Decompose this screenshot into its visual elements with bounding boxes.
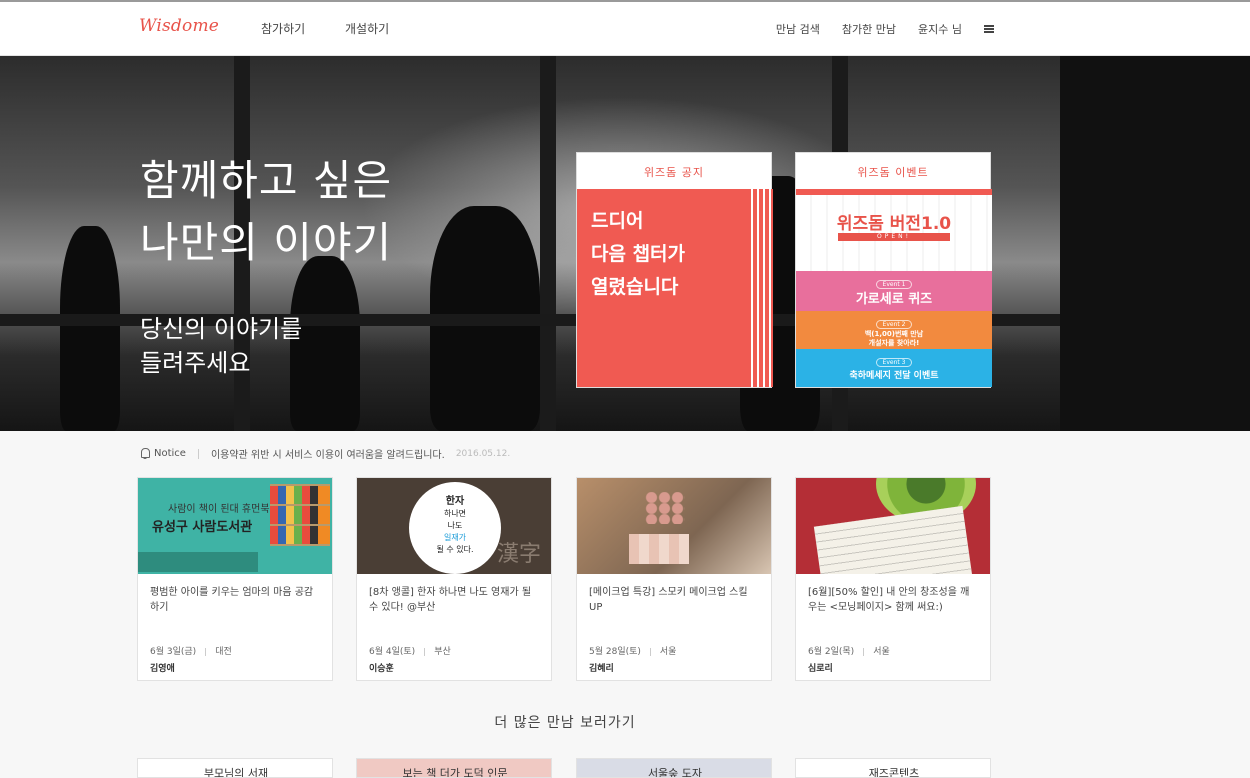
- meeting-thumbnail: [577, 478, 771, 574]
- hero-banner: 함께하고 싶은 나만의 이야기 당신의 이야기를 들려주세요 위즈돔 공지 드디어 …: [0, 56, 1250, 431]
- event-3-block: Event 3 축하메세지 전달 이벤트: [796, 349, 992, 387]
- event-2-line1: 백(1,00)번째 만남: [864, 330, 924, 338]
- notice-card-text: 드디어 다음 챕터가 열렸습니다: [591, 210, 686, 298]
- meeting-meta: 6월 2일(목) 서울: [808, 647, 890, 657]
- makeup-palette: [645, 492, 685, 524]
- notice-date: 2016.05.12.: [455, 448, 511, 459]
- meeting-thumbnail: 사람이 책이 된대 휴먼북 유성구 사람도서관: [138, 478, 332, 574]
- meeting-card[interactable]: [메이크업 특강] 스모키 메이크업 스킬 UP 5월 28일(토) 서울 김혜리: [576, 477, 772, 681]
- meeting-card-peek[interactable]: 부모님의 서재: [137, 758, 333, 778]
- hero-subtitle: 당신의 이야기를 들려주세요: [140, 315, 303, 377]
- nav-user[interactable]: 윤지수 님: [918, 21, 962, 37]
- meeting-title[interactable]: 평범한 아이를 키우는 엄마의 마음 공감하기: [150, 585, 320, 615]
- hero-title: 함께하고 싶은 나만의 이야기: [140, 156, 393, 267]
- meeting-host: 심로리: [808, 664, 833, 674]
- notice-card-header: 위즈돔 공지: [643, 166, 705, 179]
- event-2-line2: 개설자를 찾아라!: [868, 339, 920, 347]
- event-card-header: 위즈돔 이벤트: [857, 166, 929, 179]
- notice-label: Notice: [154, 448, 186, 459]
- event-card-banner: 위즈돔 버전1.0 OPEN!: [796, 195, 992, 271]
- meeting-host: 김영애: [150, 664, 175, 674]
- top-header: Wisdome 참가하기 개설하기 만남 검색 참가한 만남 윤지수 님: [0, 2, 1250, 56]
- meeting-title[interactable]: [6월][50% 할인] 내 안의 창조성을 깨우는 <모닝페이지> 함께 써요…: [808, 585, 978, 615]
- meeting-card[interactable]: [6월][50% 할인] 내 안의 창조성을 깨우는 <모닝페이지> 함께 써요…: [795, 477, 991, 681]
- notice-card-body: 드디어 다음 챕터가 열렸습니다: [577, 189, 747, 387]
- meeting-meta: 6월 4일(토) 부산: [369, 647, 451, 657]
- nav-create[interactable]: 개설하기: [345, 22, 389, 36]
- event-3-title: 축하메세지 전달 이벤트: [849, 371, 939, 381]
- more-meetings-title[interactable]: 더 많은 만남 보러가기: [0, 712, 1130, 732]
- hamburger-menu-icon[interactable]: [984, 25, 994, 33]
- event-card[interactable]: 위즈돔 이벤트 위즈돔 버전1.0 OPEN! Event 1 가로세로 퀴즈 …: [795, 152, 992, 388]
- meeting-thumbnail: 한자 하나면 나도 일재가 될 수 있다. 漢字: [357, 478, 551, 574]
- notebook-paper: [813, 505, 973, 574]
- bell-icon: [140, 448, 150, 459]
- notice-card-pages: [747, 189, 773, 387]
- makeup-swatches: [629, 534, 689, 564]
- meeting-meta: 6월 3일(금) 대전: [150, 647, 232, 657]
- window-pillar: [540, 56, 556, 431]
- meeting-title[interactable]: [메이크업 특강] 스모키 메이크업 스킬 UP: [589, 585, 759, 615]
- meeting-title[interactable]: [8차 앵콜] 한자 하나면 나도 영재가 될 수 있다! @부산: [369, 585, 539, 615]
- person-silhouette: [60, 226, 120, 431]
- user-nav: 만남 검색 참가한 만남 윤지수 님: [776, 21, 994, 37]
- meeting-card[interactable]: 한자 하나면 나도 일재가 될 수 있다. 漢字 [8차 앵콜] 한자 하나면 …: [356, 477, 552, 681]
- event-1-block: Event 1 가로세로 퀴즈: [796, 271, 992, 311]
- meeting-host: 이승훈: [369, 664, 394, 674]
- event-1-title: 가로세로 퀴즈: [855, 292, 933, 307]
- bookshelf-graphic: [270, 484, 330, 546]
- meeting-card-peek[interactable]: 재즈콘텐츠: [795, 758, 991, 778]
- main-nav: 참가하기 개설하기: [261, 20, 425, 37]
- thumbnail-circle: 한자 하나면 나도 일재가 될 수 있다.: [409, 482, 501, 574]
- hero-dark-wall: [1060, 56, 1250, 431]
- nav-joined[interactable]: 참가한 만남: [842, 21, 896, 37]
- divider: [197, 448, 199, 459]
- meeting-meta: 5월 28일(토) 서울: [589, 647, 677, 657]
- event-2-block: Event 2 백(1,00)번째 만남 개설자를 찾아라!: [796, 311, 992, 349]
- notice-bar: Notice 이용약관 위반 시 서비스 이용이 여러움을 알려드립니다. 20…: [140, 446, 510, 461]
- meeting-card[interactable]: 사람이 책이 된대 휴먼북 유성구 사람도서관 평범한 아이를 키우는 엄마의 …: [137, 477, 333, 681]
- event-2-tag: Event 2: [875, 320, 913, 329]
- event-card-title: 위즈돔 버전1.0: [836, 214, 952, 234]
- event-1-tag: Event 1: [875, 280, 913, 289]
- event-3-tag: Event 3: [875, 358, 913, 367]
- meeting-host: 김혜리: [589, 664, 614, 674]
- event-card-body: 위즈돔 버전1.0 OPEN! Event 1 가로세로 퀴즈 Event 2 …: [796, 189, 992, 387]
- event-card-ribbon: OPEN!: [838, 233, 950, 241]
- wisdome-logo[interactable]: Wisdome: [139, 16, 219, 36]
- notice-text[interactable]: 이용약관 위반 시 서비스 이용이 여러움을 알려드립니다.: [211, 446, 445, 461]
- meeting-card-peek[interactable]: 보는 책 더가 도덕 인문: [356, 758, 552, 778]
- meeting-card-peek[interactable]: 서울숲 도자: [576, 758, 772, 778]
- nav-join[interactable]: 참가하기: [261, 22, 305, 36]
- nav-search[interactable]: 만남 검색: [776, 21, 820, 37]
- notice-card[interactable]: 위즈돔 공지 드디어 다음 챕터가 열렸습니다: [576, 152, 773, 388]
- meeting-thumbnail: [796, 478, 990, 574]
